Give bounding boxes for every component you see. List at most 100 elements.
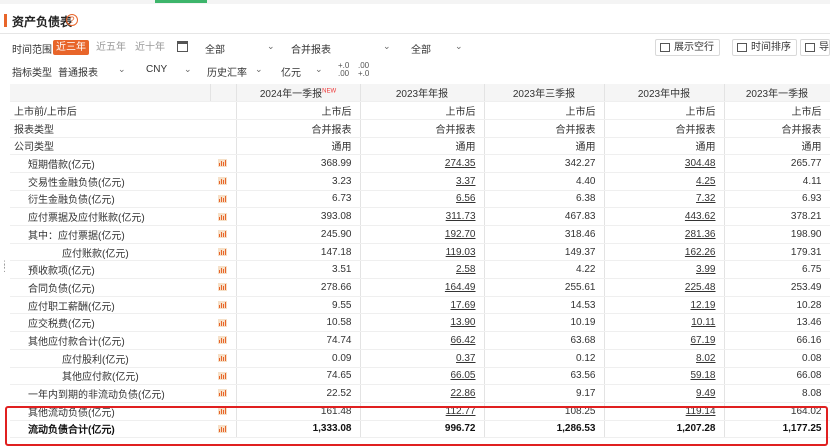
- currency-select[interactable]: CNY ⌄: [146, 64, 194, 75]
- table-cell[interactable]: 274.35: [360, 154, 485, 173]
- mini-chart-icon[interactable]: [210, 260, 237, 280]
- table-cell[interactable]: 3.99: [604, 260, 725, 280]
- decimal-decrease-button[interactable]: .00 +.0: [358, 62, 369, 78]
- table-cell: 合并报表: [236, 119, 361, 138]
- table-cell: 245.90: [236, 225, 361, 244]
- mini-chart-icon[interactable]: [210, 278, 237, 297]
- page-title: 资产负债表: [12, 15, 73, 29]
- report-period-select[interactable]: 全部 ⌄: [205, 41, 277, 56]
- table-cell[interactable]: 59.18: [604, 367, 725, 386]
- table-cell: 4.22: [484, 260, 605, 280]
- table-cell[interactable]: 22.86: [360, 384, 485, 403]
- table-row: 衍生金融负债(亿元) 6.73 6.56 6.38 7.32 6.93: [10, 190, 830, 209]
- table-cell[interactable]: 0.37: [360, 349, 485, 368]
- time-segment-10y[interactable]: 近十年: [132, 40, 168, 55]
- table-cell: 上市后: [484, 101, 605, 120]
- table-cell[interactable]: 12.19: [604, 296, 725, 315]
- section-header: 资产负债表 ?: [0, 8, 830, 34]
- mini-chart-icon[interactable]: [210, 331, 237, 350]
- table-row: 流动负债合计(亿元) 1,333.08 996.72 1,286.53 1,207.28…: [10, 420, 830, 439]
- mini-chart-icon[interactable]: [210, 207, 237, 226]
- table-cell[interactable]: 13.90: [360, 313, 485, 333]
- table-cell[interactable]: 443.62: [604, 207, 725, 226]
- table-cell[interactable]: 119.14: [604, 402, 725, 421]
- table-cell: 66.16: [724, 331, 830, 350]
- table-cell[interactable]: 192.70: [360, 225, 485, 244]
- chevron-down-icon: ⌄: [383, 41, 391, 51]
- table-cell[interactable]: 311.73: [360, 207, 485, 226]
- calendar-icon[interactable]: [177, 41, 188, 52]
- mini-chart-icon[interactable]: [210, 349, 237, 368]
- row-label: 应交税费(亿元): [10, 313, 210, 333]
- table-cell[interactable]: 2.58: [360, 260, 485, 280]
- table-cell[interactable]: 66.05: [360, 367, 485, 386]
- table-cell[interactable]: 225.48: [604, 278, 725, 297]
- row-label: 其中：应付票据(亿元): [10, 225, 210, 244]
- report-scope-select[interactable]: 合并报表 ⌄: [291, 41, 394, 56]
- table-cell[interactable]: 10.11: [604, 313, 725, 333]
- indicator-type-select[interactable]: 普通报表 ⌄: [58, 64, 128, 79]
- table-cell[interactable]: 17.69: [360, 296, 485, 315]
- time-segment-3y[interactable]: 近三年: [53, 40, 89, 55]
- unit-select[interactable]: 亿元 ⌄: [281, 64, 325, 79]
- mini-chart-icon[interactable]: [210, 420, 237, 439]
- column-header[interactable]: 2023年中报: [604, 84, 725, 103]
- table-row: 应付股利(亿元) 0.09 0.37 0.12 8.02 0.08: [10, 349, 830, 368]
- mini-chart-icon[interactable]: [210, 313, 237, 333]
- mini-chart-icon[interactable]: [210, 402, 237, 421]
- table-cell[interactable]: 164.49: [360, 278, 485, 297]
- time-sort-button[interactable]: 时间排序: [732, 39, 797, 56]
- mini-chart-icon[interactable]: [210, 190, 237, 209]
- table-cell[interactable]: 66.42: [360, 331, 485, 350]
- mini-chart-icon[interactable]: [210, 172, 237, 191]
- table-cell[interactable]: 112.77: [360, 402, 485, 421]
- table-row: 其他流动负债(亿元) 161.48 112.77 108.25 119.14 164.02: [10, 402, 830, 421]
- time-segment-5y[interactable]: 近五年: [93, 40, 129, 55]
- table-cell: 3.51: [236, 260, 361, 280]
- bar-chart-icon: [218, 230, 228, 239]
- row-label: 衍生金融负债(亿元): [10, 190, 210, 209]
- mini-chart-icon[interactable]: [210, 243, 237, 262]
- table-cell: 6.75: [724, 260, 830, 280]
- column-header[interactable]: 2023年三季报: [484, 84, 605, 103]
- mini-chart-icon[interactable]: [210, 154, 237, 173]
- table-cell: 66.08: [724, 367, 830, 386]
- table-cell[interactable]: 4.25: [604, 172, 725, 191]
- drag-handle[interactable]: ⋮ ⋮: [0, 260, 9, 273]
- table-cell[interactable]: 8.02: [604, 349, 725, 368]
- table-cell: 368.99: [236, 154, 361, 173]
- table-cell: 0.08: [724, 349, 830, 368]
- table-cell[interactable]: 119.03: [360, 243, 485, 262]
- table-cell: 6.38: [484, 190, 605, 209]
- exchange-rate-select[interactable]: 历史汇率 ⌄: [207, 64, 265, 79]
- table-cell: 147.18: [236, 243, 361, 262]
- column-header[interactable]: 2023年年报: [360, 84, 485, 103]
- help-icon[interactable]: ?: [66, 14, 78, 26]
- table-cell: 合并报表: [604, 119, 725, 138]
- mini-chart-icon[interactable]: [210, 225, 237, 244]
- mini-chart-icon[interactable]: [210, 367, 237, 386]
- bar-chart-icon: [218, 318, 228, 327]
- mini-chart-icon[interactable]: [210, 296, 237, 315]
- table-cell[interactable]: 6.56: [360, 190, 485, 209]
- table-cell[interactable]: 67.19: [604, 331, 725, 350]
- mini-chart-icon[interactable]: [210, 384, 237, 403]
- table-cell: 1,207.28: [604, 420, 725, 439]
- table-cell[interactable]: 281.36: [604, 225, 725, 244]
- table-cell[interactable]: 9.49: [604, 384, 725, 403]
- column-header[interactable]: 2023年一季报: [724, 84, 830, 103]
- table-cell: 上市后: [360, 101, 485, 120]
- show-empty-rows-button[interactable]: 展示空行: [655, 39, 720, 56]
- table-cell[interactable]: 162.26: [604, 243, 725, 262]
- table-cell: 253.49: [724, 278, 830, 297]
- report-class-select[interactable]: 全部 ⌄: [411, 41, 465, 56]
- decimal-increase-button[interactable]: +.0 .00: [338, 62, 349, 78]
- export-button[interactable]: 导: [800, 39, 830, 56]
- column-header[interactable]: 2024年一季报NEW: [236, 84, 361, 103]
- table-cell: 255.61: [484, 278, 605, 297]
- chevron-down-icon: ⌄: [315, 64, 323, 74]
- table-cell[interactable]: 304.48: [604, 154, 725, 173]
- table-cell[interactable]: 7.32: [604, 190, 725, 209]
- table-cell[interactable]: 3.37: [360, 172, 485, 191]
- bar-chart-icon: [218, 407, 228, 416]
